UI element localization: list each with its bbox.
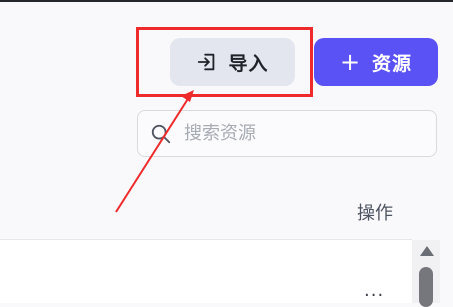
search-icon	[151, 124, 171, 143]
search-input[interactable]	[182, 122, 426, 145]
add-resource-button[interactable]: + 资源	[314, 38, 438, 86]
scrollbar[interactable]	[412, 240, 440, 307]
scroll-up-arrow-icon[interactable]	[420, 246, 434, 256]
column-header-actions: 操作	[357, 203, 393, 224]
import-button[interactable]: 导入	[170, 38, 295, 86]
plus-icon: +	[339, 48, 361, 76]
window-top-border	[0, 0, 453, 2]
add-resource-button-label: 资源	[372, 52, 413, 75]
scrollbar-thumb[interactable]	[419, 267, 433, 307]
import-icon	[198, 53, 215, 71]
annotation-arrow-head	[181, 90, 194, 102]
search-field[interactable]	[137, 110, 437, 157]
more-actions-button[interactable]: ...	[364, 282, 384, 300]
table-row	[0, 240, 412, 303]
import-button-label: 导入	[228, 52, 269, 75]
